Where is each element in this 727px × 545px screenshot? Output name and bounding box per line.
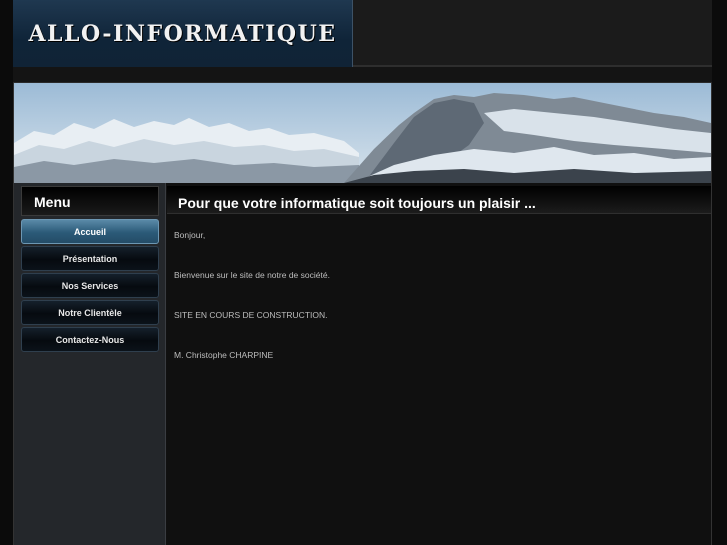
welcome-text: Bienvenue sur le site de notre de sociét… xyxy=(174,270,330,280)
signature-text: M. Christophe CHARPINE xyxy=(174,350,274,360)
menu-item-presentation[interactable]: Présentation xyxy=(21,246,159,271)
menu-item-label: Contactez-Nous xyxy=(55,334,125,345)
menu-item-notre-clientele[interactable]: Notre Clientèle xyxy=(21,300,159,325)
menu-item-accueil[interactable]: Accueil xyxy=(21,219,159,244)
menu-header: Menu xyxy=(21,186,159,216)
site-logo[interactable]: ALLO-INFORMATIQUE xyxy=(13,0,353,67)
menu-title: Menu xyxy=(34,194,71,210)
menu-item-label: Nos Services xyxy=(61,280,119,291)
main-content: Pour que votre informatique soit toujour… xyxy=(167,183,711,545)
sidebar: Menu Accueil Présentation Nos Services N… xyxy=(14,183,166,545)
site-header: ALLO-INFORMATIQUE xyxy=(13,0,712,67)
header-band xyxy=(13,67,712,83)
menu-item-contactez-nous[interactable]: Contactez-Nous xyxy=(21,327,159,352)
menu-item-label: Accueil xyxy=(73,226,106,237)
page-title: Pour que votre informatique soit toujour… xyxy=(178,195,536,211)
menu-item-nos-services[interactable]: Nos Services xyxy=(21,273,159,298)
mountain-illustration xyxy=(14,93,711,183)
greeting-text: Bonjour, xyxy=(174,230,206,240)
menu-item-label: Présentation xyxy=(62,253,118,264)
construction-notice: SITE EN COURS DE CONSTRUCTION. xyxy=(174,310,328,320)
mountain-banner-image xyxy=(14,83,711,183)
logo-text: ALLO-INFORMATIQUE xyxy=(28,20,337,47)
content-title-bar: Pour que votre informatique soit toujour… xyxy=(167,186,711,214)
menu-item-label: Notre Clientèle xyxy=(58,307,122,318)
